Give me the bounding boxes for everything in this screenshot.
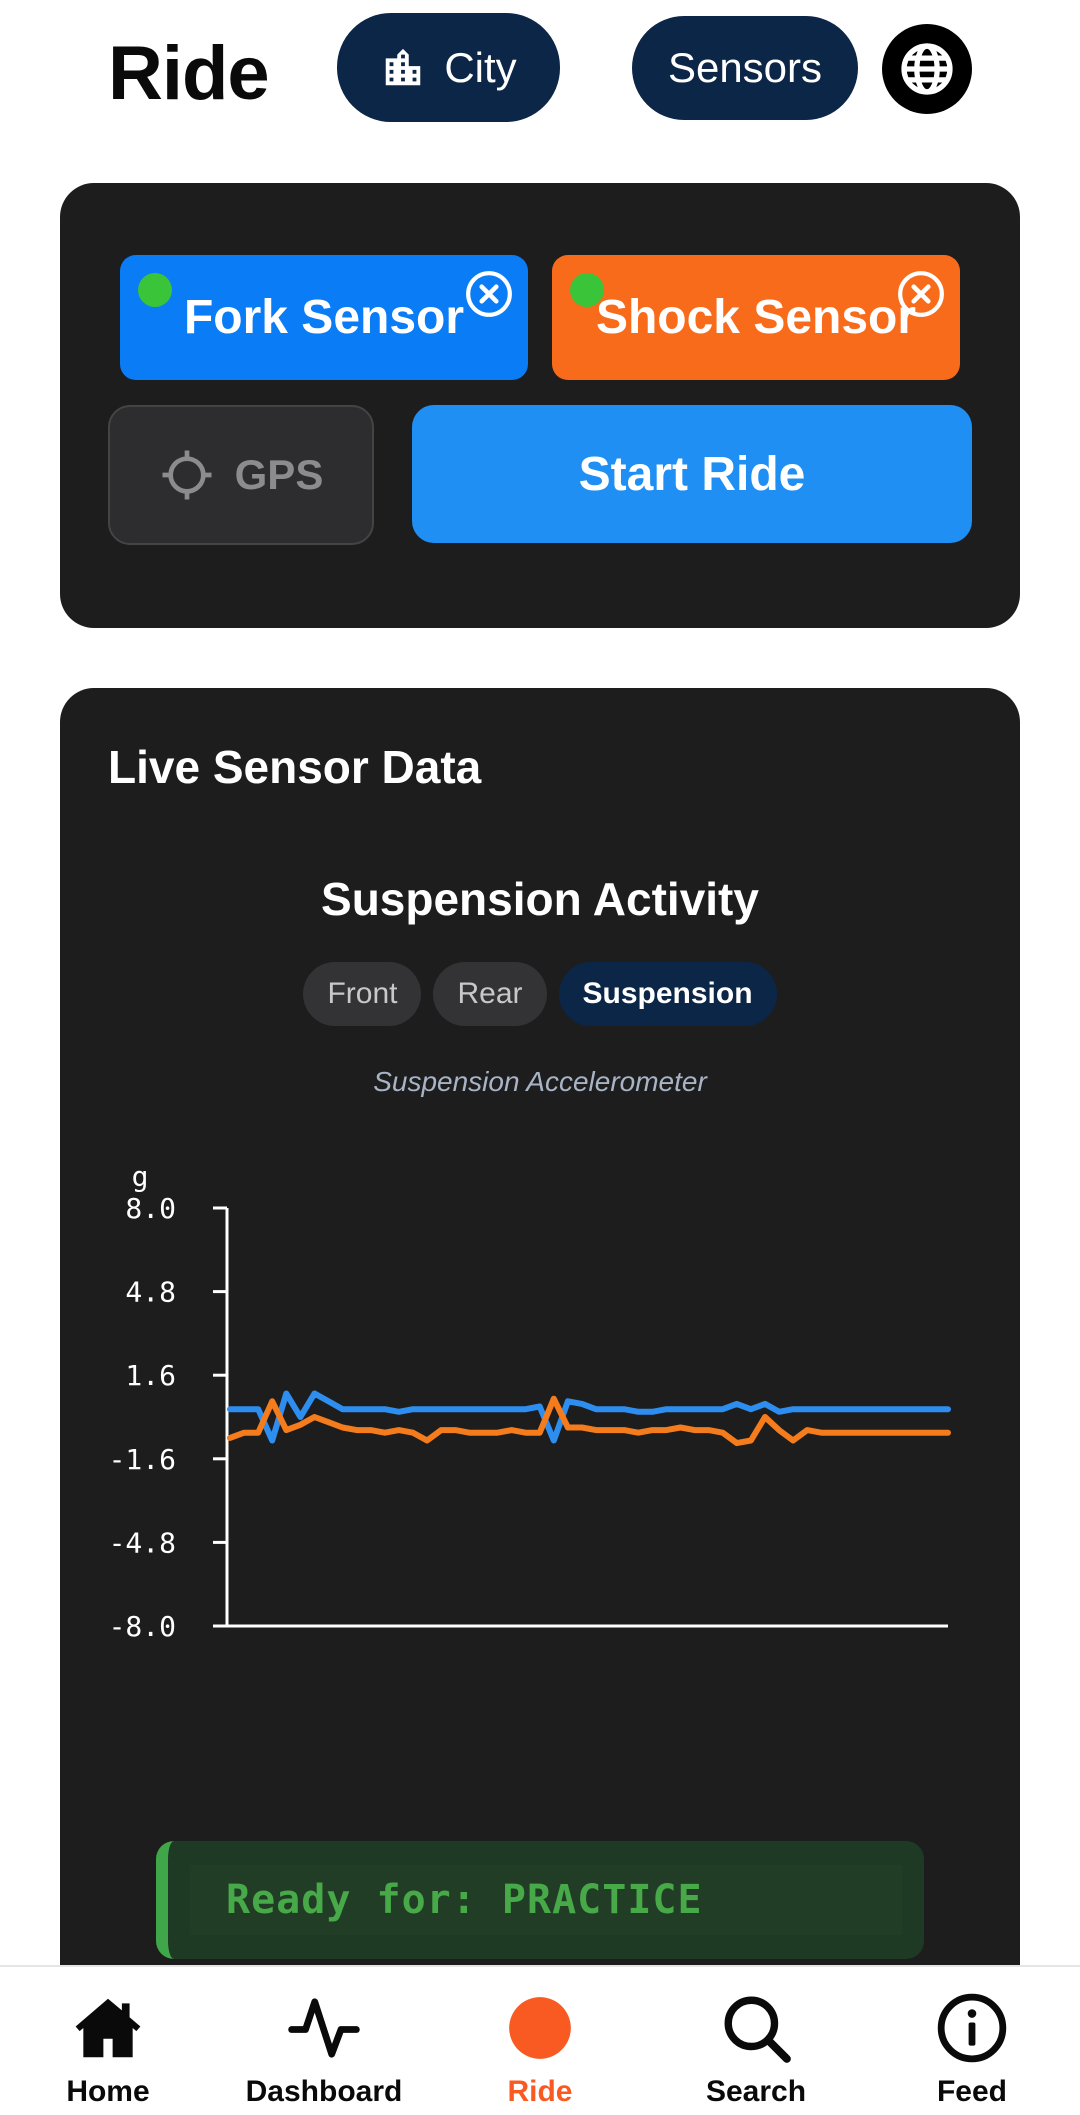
nav-item-feed[interactable]: Feed	[864, 1967, 1080, 2115]
globe-icon	[901, 43, 953, 95]
ride-controls-card: Fork Sensor Shock Sensor GPS Start Ride	[60, 183, 1020, 628]
fork-sensor-label: Fork Sensor	[183, 291, 465, 344]
chart-title: Suspension Activity	[321, 873, 759, 925]
ready-status-text: Ready for: PRACTICE	[226, 1877, 703, 1923]
shock-sensor-label: Shock Sensor	[595, 291, 917, 344]
tab-rear[interactable]: Rear	[433, 962, 547, 1026]
home-icon	[75, 1998, 141, 2058]
shock-sensor-chip[interactable]: Shock Sensor	[552, 255, 960, 380]
globe-button[interactable]	[882, 24, 972, 114]
start-ride-label: Start Ride	[578, 447, 806, 501]
y-tick-label: 8.0	[125, 1192, 176, 1225]
nav-label-search: Search	[705, 2075, 807, 2108]
chart-subtitle: Suspension Accelerometer	[373, 1066, 707, 1097]
gps-button[interactable]: GPS	[108, 405, 374, 545]
gps-label: GPS	[234, 451, 324, 498]
tab-front[interactable]: Front	[303, 962, 422, 1026]
sensors-label: Sensors	[667, 44, 823, 91]
y-tick-label: 4.8	[125, 1276, 176, 1309]
city-button[interactable]: City	[337, 13, 560, 122]
nav-label-ride: Ride	[507, 2075, 573, 2108]
connected-status-dot	[570, 273, 604, 307]
live-sensor-card: Live Sensor Data Suspension Activity Fro…	[60, 688, 1020, 2115]
fork-sensor-chip[interactable]: Fork Sensor	[120, 255, 528, 380]
y-tick-label: -4.8	[109, 1526, 176, 1559]
nav-label-dashboard: Dashboard	[245, 2075, 403, 2108]
nav-item-dashboard[interactable]: Dashboard	[216, 1967, 432, 2115]
live-sensor-title: Live Sensor Data	[108, 741, 482, 793]
y-tick-label: -1.6	[109, 1443, 176, 1476]
pulse-icon	[288, 1998, 360, 2058]
bottom-nav: Home Dashboard Ride Search Feed	[0, 1965, 1080, 2115]
page-title: Ride	[108, 31, 270, 116]
y-tick-label: 1.6	[125, 1359, 176, 1392]
crosshair-icon	[162, 450, 212, 500]
y-tick-label: -8.0	[109, 1610, 176, 1643]
nav-label-home: Home	[66, 2075, 150, 2108]
nav-item-home[interactable]: Home	[0, 1967, 216, 2115]
record-icon	[509, 1997, 571, 2059]
ready-status-banner: Ready for: PRACTICE	[156, 1841, 924, 1959]
tab-suspension[interactable]: Suspension	[558, 962, 777, 1026]
y-axis-label: g	[132, 1160, 149, 1193]
search-icon	[724, 1996, 791, 2063]
nav-item-search[interactable]: Search	[648, 1967, 864, 2115]
start-ride-button[interactable]: Start Ride	[412, 405, 972, 543]
close-circle-icon[interactable]	[464, 269, 514, 319]
close-circle-icon[interactable]	[896, 269, 946, 319]
chart-tabs: Front Rear Suspension	[60, 962, 1020, 1026]
city-icon	[386, 48, 421, 85]
sensors-button[interactable]: Sensors	[632, 16, 858, 120]
suspension-chart: g8.0 4.8 1.6 -1.6 -4.8 -8.0	[109, 1160, 951, 1643]
city-label: City	[444, 43, 517, 91]
info-icon	[937, 1993, 1007, 2063]
nav-label-feed: Feed	[936, 2075, 1008, 2108]
connected-status-dot	[138, 273, 172, 307]
nav-item-ride[interactable]: Ride	[432, 1967, 648, 2115]
header: Ride City Sensors	[0, 0, 1080, 140]
